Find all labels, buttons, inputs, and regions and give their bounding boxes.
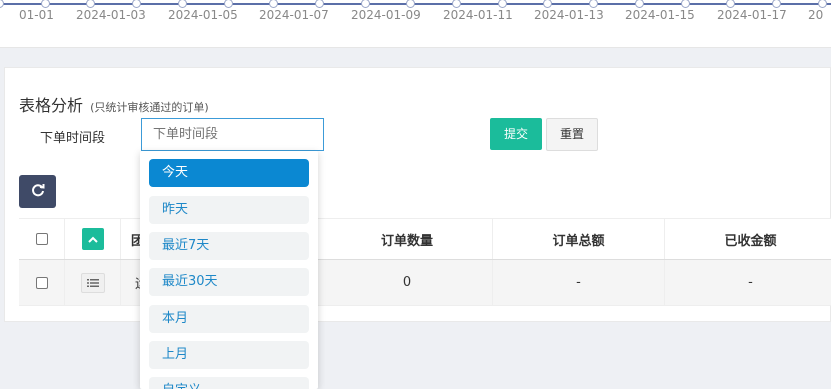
header-order-total[interactable]: 订单总额 — [493, 219, 665, 259]
order-time-label: 下单时间段 — [40, 131, 106, 146]
select-all-checkbox[interactable] — [35, 233, 48, 245]
dropdown-item-today[interactable]: 今天 — [149, 159, 309, 187]
list-icon — [86, 278, 99, 287]
reset-button[interactable]: 重置 — [546, 118, 598, 151]
panel-subtitle: (只统计审核通过的订单) — [90, 101, 209, 114]
header-received-amount[interactable]: 已收金额 — [665, 219, 831, 259]
x-tick-label: 2024-01-07 — [259, 8, 329, 22]
dropdown-item-last-30-days[interactable]: 最近30天 — [149, 268, 309, 296]
chart-point — [177, 0, 187, 8]
chart-axis-strip: 01-01 2024-01-03 2024-01-05 2024-01-07 2… — [0, 0, 831, 48]
x-tick-label: 2024-01-15 — [625, 8, 695, 22]
chart-point — [314, 0, 324, 8]
chart-point — [452, 0, 461, 8]
chart-point — [86, 0, 96, 8]
dropdown-item-last-month[interactable]: 上月 — [149, 341, 309, 369]
x-tick-label: 2024-01-11 — [443, 8, 513, 22]
chart-axis-line — [0, 3, 831, 5]
header-order-count[interactable]: 订单数量 — [322, 219, 493, 259]
chart-point — [543, 0, 553, 8]
chart-point — [726, 0, 736, 8]
chart-point — [771, 0, 781, 8]
chart-point — [0, 0, 4, 8]
dropdown-item-last-7-days[interactable]: 最近7天 — [149, 232, 309, 260]
x-tick-label: 2024-01-13 — [534, 8, 604, 22]
x-tick-label: 2024-01-03 — [76, 8, 146, 22]
dropdown-item-custom[interactable]: 自定义 — [149, 377, 309, 389]
table-analysis-panel: 表格分析 (只统计审核通过的订单) 下单时间段 提交 重置 — [4, 67, 831, 322]
chart-point — [269, 0, 279, 8]
submit-button[interactable]: 提交 — [490, 118, 542, 150]
chart-point — [406, 0, 416, 8]
dropdown-item-this-month[interactable]: 本月 — [149, 305, 309, 333]
x-tick-label: 20 — [808, 8, 824, 22]
chart-point — [360, 0, 370, 8]
row-detail-button[interactable] — [80, 272, 105, 293]
chart-point — [223, 0, 233, 8]
chart-point — [680, 0, 690, 8]
refresh-icon — [31, 182, 45, 201]
collapse-all-button[interactable] — [81, 228, 104, 250]
panel-title-text: 表格分析 — [19, 96, 84, 115]
chart-point — [497, 0, 507, 8]
x-tick-label: 2024-01-09 — [351, 8, 421, 22]
chevron-up-icon — [87, 236, 98, 243]
panel-title: 表格分析 (只统计审核通过的订单) — [19, 92, 209, 116]
chart-point — [817, 0, 827, 8]
time-range-dropdown: 今天 昨天 最近7天 最近30天 本月 上月 自定义 — [140, 151, 318, 389]
row-order-count: 0 — [322, 260, 493, 305]
refresh-button[interactable] — [19, 175, 56, 208]
chart-point — [634, 0, 644, 8]
header-expand — [65, 219, 121, 259]
dropdown-item-yesterday[interactable]: 昨天 — [149, 196, 309, 224]
x-tick-label: 2024-01-05 — [168, 8, 238, 22]
x-tick-label: 2024-01-17 — [717, 8, 787, 22]
row-detail — [65, 260, 121, 305]
chart-point — [589, 0, 599, 8]
order-time-input[interactable] — [141, 118, 324, 151]
header-select-all — [19, 219, 65, 259]
row-order-total: - — [493, 260, 665, 305]
chart-point — [40, 0, 50, 8]
chart-point — [132, 0, 142, 8]
row-checkbox[interactable] — [35, 276, 48, 289]
row-select — [19, 260, 65, 305]
x-tick-label: 01-01 — [19, 8, 54, 22]
row-received-amount: - — [665, 260, 831, 305]
